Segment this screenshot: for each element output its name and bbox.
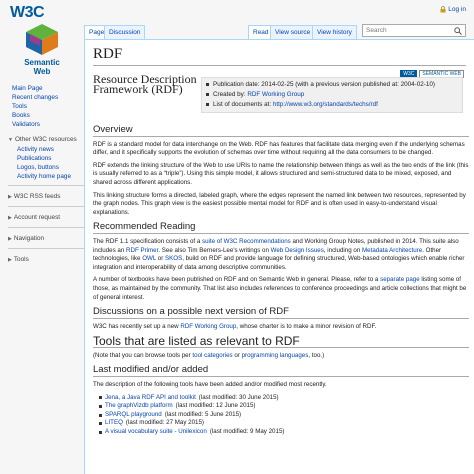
page-title: RDF [93, 46, 466, 66]
divider [8, 248, 84, 249]
inline-link[interactable]: separate page [380, 276, 420, 283]
w3c-semantic-web-logo[interactable]: W3C Semantic Web [10, 4, 80, 84]
tool-link[interactable]: The graphVizdb platform [105, 402, 173, 411]
page-root: W3C Semantic Web Main Page Recent change… [0, 0, 474, 474]
collapse-triangle-icon: ▶ [8, 257, 12, 263]
rdf-documents-link[interactable]: http://www.w3.org/standards/techs/rdf [273, 101, 378, 108]
recommended-paragraph-2: A number of textbooks have been publishe… [93, 276, 467, 301]
portal-navigation[interactable]: ▶ Navigation [8, 234, 84, 244]
tool-date: (last modified: 5 June 2015) [164, 410, 242, 418]
inline-link[interactable]: Metadata Architecture [362, 247, 422, 254]
fact-publication-date: Publication date: 2014-02-25 (with a pre… [206, 80, 458, 90]
next-version-heading: Discussions on a possible next version o… [93, 307, 469, 319]
sidebar-item-publications[interactable]: Publications [8, 154, 84, 163]
overview-heading: Overview [93, 125, 469, 137]
list-item: LITEQ (last modified: 27 May 2015) [99, 419, 469, 428]
lock-icon [440, 6, 446, 13]
search-input[interactable]: Search [362, 24, 466, 37]
tool-date: (last modified: 12 June 2015) [175, 402, 256, 410]
list-item: Jena, a Java RDF API and toolkit (last m… [99, 394, 469, 403]
divider [8, 227, 84, 228]
inline-link[interactable]: RDF Primer [126, 247, 158, 254]
inline-link[interactable]: Web Design Issues [271, 247, 324, 254]
tool-link[interactable]: A visual vocabulary suite - Unilexicon [105, 428, 207, 437]
tools-note: (Note that you can browse tools per tool… [93, 351, 325, 359]
tool-list: Jena, a Java RDF API and toolkit (last m… [99, 394, 469, 437]
semantic-web-cube-icon [26, 24, 58, 55]
rdf-working-group-link[interactable]: RDF Working Group [247, 91, 304, 98]
tab-view-source[interactable]: View source [270, 25, 316, 39]
portal-title: W3C RSS feeds [13, 193, 61, 200]
collapse-triangle-icon: ▶ [8, 215, 12, 221]
sidebar-item-logos-buttons[interactable]: Logos, buttons [8, 163, 84, 172]
tool-link[interactable]: LITEQ [105, 419, 123, 428]
last-modified-paragraph: The description of the following tools h… [93, 381, 327, 389]
inline-link[interactable]: suite of W3C Recommendations [202, 238, 291, 245]
divider [8, 185, 84, 186]
fact-list-of-documents: List of documents at: http://www.w3.org/… [206, 100, 458, 110]
collapse-triangle-icon: ▶ [8, 194, 12, 200]
sidebar-item-main-page[interactable]: Main Page [8, 84, 84, 93]
inline-link[interactable]: tool categories [192, 352, 232, 359]
list-item: A visual vocabulary suite - Unilexicon (… [99, 428, 469, 437]
sidebar: Main Page Recent changes Tools Books Val… [8, 84, 84, 265]
sidebar-item-activity-home-page[interactable]: Activity home page [8, 172, 84, 181]
article-body: Overview RDF is a standard model for dat… [93, 120, 469, 437]
facts-box: Publication date: 2014-02-25 (with a pre… [201, 77, 463, 113]
recommended-paragraph-1: The RDF 1.1 specification consists of a … [93, 237, 465, 271]
tool-date: (last modified: 27 May 2015) [125, 419, 204, 427]
overview-paragraph-3: This linking structure forms a directed,… [93, 191, 466, 216]
list-item: The graphVizdb platform (last modified: … [99, 402, 469, 411]
tool-link[interactable]: Jena, a Java RDF API and toolkit [105, 394, 196, 403]
tools-heading: Tools that are listed as relevant to RDF [93, 336, 469, 348]
main-content: RDF W3C SEMANTIC WEB Resource Descriptio… [84, 39, 474, 474]
inline-link[interactable]: RDF Working Group [180, 323, 236, 330]
tool-date: (last modified: 9 May 2015) [209, 428, 285, 436]
recommended-reading-heading: Recommended Reading [93, 222, 469, 234]
tab-discussion[interactable]: Discussion [104, 25, 146, 39]
sidebar-item-books[interactable]: Books [8, 111, 84, 120]
login-link[interactable]: Log in [440, 6, 466, 13]
sidebar-item-validators[interactable]: Validators [8, 120, 84, 129]
sidebar-item-activity-news[interactable]: Activity news [8, 145, 84, 154]
tab-view-history[interactable]: View history [312, 25, 357, 39]
sidebar-item-tools[interactable]: Tools [8, 102, 84, 111]
login-label: Log in [448, 6, 466, 13]
tool-date: (last modified: 30 June 2015) [198, 393, 279, 401]
infobox: Resource Description Framework (RDF) Pub… [93, 72, 465, 121]
w3c-brand-text: W3C [10, 4, 45, 21]
last-modified-heading: Last modified and/or added [93, 365, 469, 378]
inline-link[interactable]: SKOS [165, 255, 182, 262]
portal-title: Navigation [13, 235, 45, 242]
portal-rss-feeds[interactable]: ▶ W3C RSS feeds [8, 192, 84, 202]
portal-other-w3c-resources[interactable]: ▼ Other W3C resources [8, 135, 84, 145]
expand-triangle-icon: ▼ [8, 137, 13, 143]
semantic-web-caption: Semantic Web [24, 58, 60, 76]
inline-link[interactable]: OWL [142, 255, 156, 262]
collapse-triangle-icon: ▶ [8, 236, 12, 242]
portal-title: Tools [13, 256, 29, 263]
tool-link[interactable]: SPARQL playground [105, 411, 162, 420]
divider [8, 206, 84, 207]
search-placeholder: Search [366, 27, 387, 34]
infobox-title: Resource Description Framework (RDF) [93, 72, 197, 96]
portal-title: Account request [13, 214, 61, 221]
inline-link[interactable]: programming languages [242, 352, 309, 359]
next-version-paragraph: W3C has recently set up a new RDF Workin… [93, 322, 377, 330]
portal-tools[interactable]: ▶ Tools [8, 255, 84, 265]
portal-title: Other W3C resources [14, 136, 77, 143]
sidebar-item-recent-changes[interactable]: Recent changes [8, 93, 84, 102]
list-item: SPARQL playground (last modified: 5 June… [99, 411, 469, 420]
overview-paragraph-1: RDF is a standard model for data interch… [93, 140, 465, 157]
portal-account-request[interactable]: ▶ Account request [8, 213, 84, 223]
fact-created-by: Created by: RDF Working Group [206, 90, 458, 100]
overview-paragraph-2: RDF extends the linking structure of the… [93, 161, 469, 186]
search-icon[interactable] [454, 27, 462, 35]
